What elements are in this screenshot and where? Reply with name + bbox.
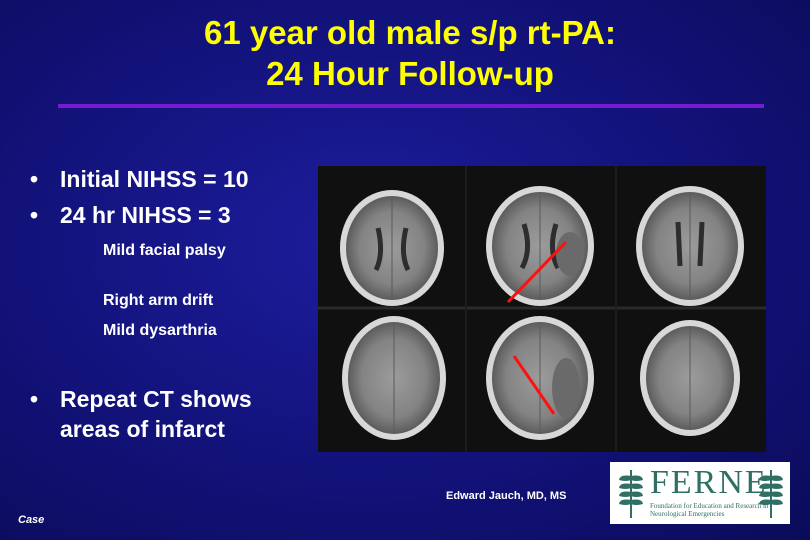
bullet-24hr-nihss: • 24 hr NIHSS = 3 [30,200,231,230]
bullet-text: Initial NIHSS = 10 [60,166,249,192]
slide-title: 61 year old male s/p rt-PA: 24 Hour Foll… [40,12,780,94]
bullet-dot-icon: • [30,166,39,192]
bullet-repeat-ct: • Repeat CT shows areas of infarct [30,384,252,444]
ct-slice-6 [640,320,740,436]
ct-scan-drawing [318,166,766,452]
leaf-left-icon [619,470,643,518]
ct-slice-4 [342,316,446,440]
leaf-right-icon [759,470,783,518]
ct-slice-2 [486,186,594,306]
ct-scan-image [318,166,766,452]
author-credit: Edward Jauch, MD, MS [446,490,567,502]
bullet-dot-icon: • [30,202,39,228]
ct-slice-3 [636,186,744,306]
ct-slice-1 [340,190,444,306]
title-line-2: 24 Hour Follow-up [266,55,554,92]
ferne-logo: FERNE Foundation for Education and Resea… [610,462,790,524]
sub-item-dysarthria: Mild dysarthria [103,322,217,339]
title-line-1: 61 year old male s/p rt-PA: [203,14,617,51]
bullet-dot-icon: • [30,386,39,412]
bullet-text: 24 hr NIHSS = 3 [60,202,231,228]
bullet-text-line-1: Repeat CT shows [60,386,252,412]
logo-tagline: Foundation for Education and Research in… [650,502,769,518]
logo-wordmark: FERNE [650,464,768,501]
title-divider [58,104,764,108]
sub-item-facial-palsy: Mild facial palsy [103,242,226,259]
bullet-text-line-2: areas of infarct [60,416,225,442]
bullet-initial-nihss: • Initial NIHSS = 10 [30,164,249,194]
ct-slice-5 [486,316,594,440]
sub-item-arm-drift: Right arm drift [103,292,214,309]
footer-case-label: Case [18,514,45,526]
